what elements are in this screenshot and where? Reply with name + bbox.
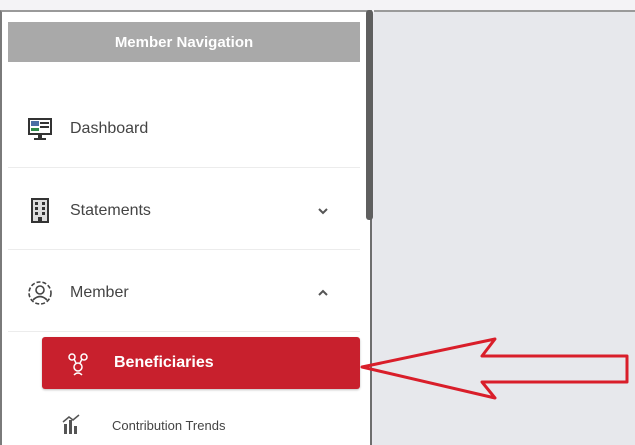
- sidebar-subitem-beneficiaries[interactable]: Beneficiaries: [42, 337, 360, 389]
- chevron-up-icon[interactable]: [316, 286, 330, 300]
- annotation-arrow: [360, 337, 629, 400]
- sidebar-subitem-contribution-trends[interactable]: Contribution Trends: [60, 405, 360, 445]
- sidebar-subitem-label: Beneficiaries: [114, 354, 214, 371]
- sidebar-item-label: Dashboard: [70, 119, 149, 137]
- sidebar-item-label: Member: [70, 283, 129, 301]
- statements-building-icon: [26, 197, 54, 225]
- contribution-trends-icon: [60, 414, 82, 436]
- sidebar-item-statements[interactable]: Statements: [8, 172, 360, 250]
- dashboard-monitor-icon: [26, 115, 54, 143]
- sidebar-subitem-label: Contribution Trends: [112, 417, 226, 433]
- chevron-down-icon[interactable]: [316, 204, 330, 218]
- sidebar-item-member[interactable]: Member: [8, 254, 360, 332]
- sidebar-header: Member Navigation: [8, 22, 360, 62]
- sidebar-item-dashboard[interactable]: Dashboard: [8, 90, 360, 168]
- beneficiaries-icon: [64, 349, 92, 377]
- member-user-icon: [26, 279, 54, 307]
- sidebar-item-label: Statements: [70, 201, 151, 219]
- sidebar-scrollbar[interactable]: [366, 10, 373, 220]
